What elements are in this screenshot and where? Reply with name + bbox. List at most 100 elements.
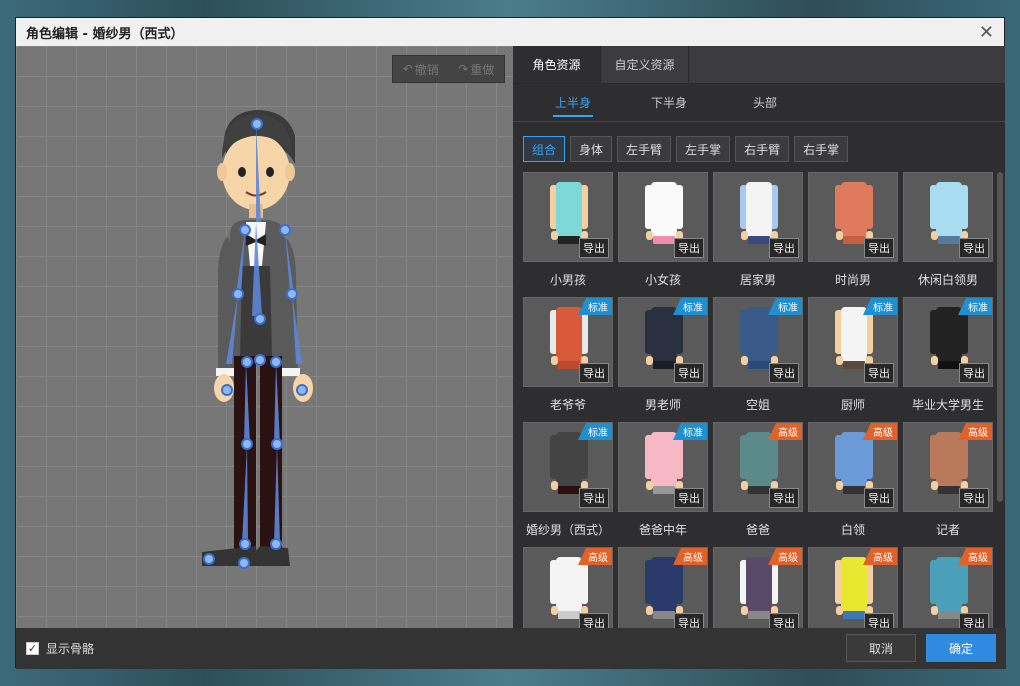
resource-item[interactable]: 标准 导出 老爷爷 [523, 297, 613, 422]
joint-right-elbow[interactable] [286, 288, 298, 300]
tab-custom-resources[interactable]: 自定义资源 [601, 46, 689, 83]
joint-left-wrist[interactable] [221, 384, 233, 396]
grid-scrollbar[interactable] [997, 172, 1003, 502]
export-button[interactable]: 导出 [674, 488, 704, 508]
resource-item[interactable]: 标准 导出男老师 [618, 297, 708, 422]
resource-thumbnail[interactable]: 标准 导出 [808, 297, 898, 387]
thumb-pants [843, 486, 865, 494]
close-icon[interactable]: ✕ [979, 22, 994, 43]
joint-left-knee[interactable] [241, 438, 253, 450]
resource-thumbnail[interactable]: 导出 [618, 172, 708, 262]
ok-button[interactable]: 确定 [926, 634, 996, 662]
resource-thumbnail[interactable]: 标准 导出 [713, 297, 803, 387]
export-button[interactable]: 导出 [769, 238, 799, 258]
resource-name: 男老师 [644, 398, 681, 412]
export-button[interactable]: 导出 [674, 238, 704, 258]
resource-thumbnail[interactable]: 标准 导出 [903, 297, 993, 387]
export-button[interactable]: 导出 [674, 363, 704, 383]
resource-item[interactable]: 标准 导出 爸爸中年 [618, 422, 708, 547]
joint-right-hip[interactable] [270, 356, 282, 368]
export-button[interactable]: 导出 [959, 613, 989, 628]
filter-left-hand[interactable]: 左手掌 [676, 136, 731, 162]
resource-item[interactable]: 导出居家男 [713, 172, 803, 297]
resource-item[interactable]: 高级 导出 [713, 547, 803, 628]
character-figure[interactable] [16, 46, 513, 628]
resource-item[interactable]: 导出 小女孩 [618, 172, 708, 297]
cancel-button[interactable]: 取消 [846, 634, 916, 662]
resource-thumbnail[interactable]: 高级 导出 [713, 422, 803, 512]
resource-thumbnail[interactable]: 导出 [713, 172, 803, 262]
resource-thumbnail[interactable]: 导出 [808, 172, 898, 262]
resource-name: 休闲白领男 [917, 273, 978, 287]
resource-thumbnail[interactable]: 高级 导出 [808, 547, 898, 628]
filter-combo[interactable]: 组合 [523, 136, 566, 162]
resource-thumbnail[interactable]: 高级 导出 [713, 547, 803, 628]
export-button[interactable]: 导出 [959, 488, 989, 508]
filter-left-arm[interactable]: 左手臂 [617, 136, 672, 162]
joint-right-knee[interactable] [271, 438, 283, 450]
export-button[interactable]: 导出 [579, 363, 609, 383]
thumb-pants [653, 236, 675, 244]
joint-right-toe[interactable] [238, 557, 250, 569]
resource-thumbnail[interactable]: 高级 导出 [903, 547, 993, 628]
joint-head[interactable] [251, 118, 263, 130]
resource-item[interactable]: 标准 导出 毕业大学男生 [903, 297, 993, 422]
resource-item[interactable]: 高级 导出 [903, 547, 993, 628]
joint-right-wrist[interactable] [296, 384, 308, 396]
resource-item[interactable]: 导出 时尚男 [808, 172, 898, 297]
joint-right-ankle[interactable] [270, 538, 282, 550]
export-button[interactable]: 导出 [769, 488, 799, 508]
resource-thumbnail[interactable]: 导出 [523, 172, 613, 262]
joint-left-ankle[interactable] [239, 538, 251, 550]
resource-item[interactable]: 标准 导出 婚纱男（西式） [523, 422, 613, 547]
filter-right-arm[interactable]: 右手臂 [735, 136, 790, 162]
joint-left-hip[interactable] [241, 356, 253, 368]
resource-item[interactable]: 高级 导出 白领 [808, 422, 898, 547]
resource-item[interactable]: 高级 导出 记者 [903, 422, 993, 547]
subtab-head[interactable]: 头部 [717, 84, 813, 121]
filter-body[interactable]: 身体 [570, 136, 613, 162]
resource-name: 居家男 [739, 273, 776, 287]
joint-waist[interactable] [254, 313, 266, 325]
export-button[interactable]: 导出 [959, 238, 989, 258]
resource-item[interactable]: 高级 导出 [523, 547, 613, 628]
subtab-lower-body[interactable]: 下半身 [621, 84, 717, 121]
resource-thumbnail[interactable]: 高级 导出 [618, 547, 708, 628]
tab-character-resources[interactable]: 角色资源 [513, 46, 601, 83]
resource-thumbnail[interactable]: 标准 导出 [618, 422, 708, 512]
export-button[interactable]: 导出 [579, 238, 609, 258]
resource-thumbnail[interactable]: 标准 导出 [618, 297, 708, 387]
joint-left-elbow[interactable] [232, 288, 244, 300]
resource-thumbnail[interactable]: 高级 导出 [523, 547, 613, 628]
export-button[interactable]: 导出 [959, 363, 989, 383]
export-button[interactable]: 导出 [579, 488, 609, 508]
export-button[interactable]: 导出 [579, 613, 609, 628]
export-button[interactable]: 导出 [864, 613, 894, 628]
resource-item[interactable]: 高级 导出 爸爸 [713, 422, 803, 547]
resource-thumbnail[interactable]: 导出 [903, 172, 993, 262]
filter-right-hand[interactable]: 右手掌 [794, 136, 849, 162]
resource-thumbnail[interactable]: 高级 导出 [808, 422, 898, 512]
resource-item[interactable]: 导出 小男孩 [523, 172, 613, 297]
joint-right-shoulder[interactable] [279, 224, 291, 236]
export-button[interactable]: 导出 [674, 613, 704, 628]
subtab-upper-body[interactable]: 上半身 [525, 84, 621, 121]
resource-thumbnail[interactable]: 标准 导出 [523, 422, 613, 512]
show-bones-checkbox[interactable]: ✓ 显示骨骼 [26, 640, 94, 657]
resource-item[interactable]: 标准 导出 厨师 [808, 297, 898, 422]
export-button[interactable]: 导出 [864, 488, 894, 508]
resource-item[interactable]: 导出休闲白领男 [903, 172, 993, 297]
export-button[interactable]: 导出 [864, 363, 894, 383]
joint-left-toe[interactable] [203, 553, 215, 565]
character-canvas[interactable]: ↶ 撤销 ↷ 重做 [16, 46, 513, 628]
resource-item[interactable]: 高级 导出 [618, 547, 708, 628]
export-button[interactable]: 导出 [864, 238, 894, 258]
resource-thumbnail[interactable]: 标准 导出 [523, 297, 613, 387]
resource-item[interactable]: 标准 导出 空姐 [713, 297, 803, 422]
resource-thumbnail[interactable]: 高级 导出 [903, 422, 993, 512]
export-button[interactable]: 导出 [769, 363, 799, 383]
export-button[interactable]: 导出 [769, 613, 799, 628]
resource-item[interactable]: 高级 导出 [808, 547, 898, 628]
joint-left-shoulder[interactable] [239, 224, 251, 236]
joint-pelvis[interactable] [254, 354, 266, 366]
